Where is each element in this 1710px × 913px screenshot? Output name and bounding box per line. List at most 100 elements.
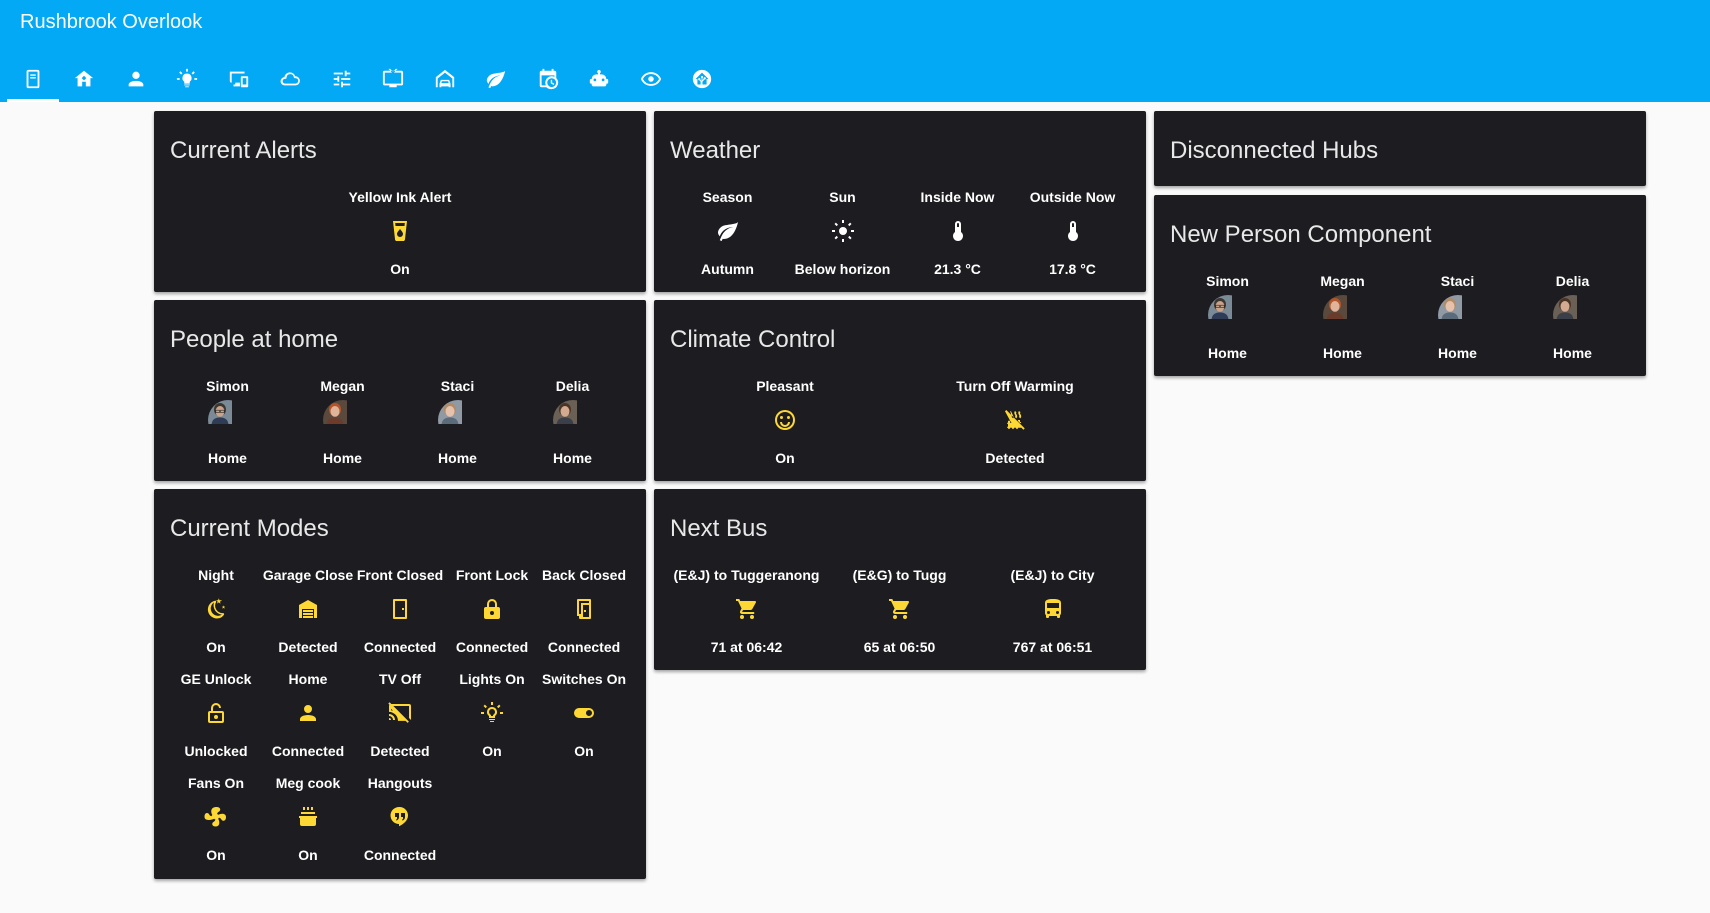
entity-badge[interactable]: Night On	[170, 567, 262, 671]
avatar-wrap	[322, 400, 363, 440]
badge-name: (E&J) to City	[1010, 567, 1095, 583]
badge-icon-wrap	[716, 211, 740, 251]
badge-state: 21.3 °C	[934, 261, 981, 277]
tab-account[interactable]	[110, 55, 162, 102]
entity-badge[interactable]: Pleasant On	[670, 378, 900, 482]
tune-icon	[333, 70, 350, 87]
entity-badge[interactable]: Switches On On	[538, 671, 630, 775]
tab-robot[interactable]	[574, 55, 626, 102]
tab-tune[interactable]	[316, 55, 368, 102]
badge-name: TV Off	[379, 671, 421, 687]
entity-badge[interactable]: Garage Close Detected	[262, 567, 354, 671]
tab-television[interactable]	[368, 55, 420, 102]
badge-row: Season Autumn Sun Below horizon Inside Now 21…	[670, 189, 1130, 293]
entity-badge[interactable]: (E&G) to Tugg 65 at 06:50	[823, 567, 976, 671]
entity-badge[interactable]: Season Autumn	[670, 189, 785, 293]
entity-badge[interactable]: Hangouts Connected	[354, 775, 446, 879]
entity-badge[interactable]: Delia Home	[1515, 273, 1630, 377]
cart-icon	[735, 599, 756, 619]
badge-icon-wrap	[773, 400, 797, 440]
bus-icon	[1044, 599, 1061, 618]
badge-name: Pleasant	[756, 378, 814, 394]
tab-monitor-cellphone[interactable]	[213, 55, 265, 102]
tab-lightbulb[interactable]	[162, 55, 214, 102]
entity-badge[interactable]: GE Unlock Unlocked	[170, 671, 262, 775]
card-disconnected-hubs: Disconnected Hubs	[1154, 111, 1646, 186]
avatar-wrap	[552, 400, 593, 440]
badge-icon-wrap	[388, 693, 412, 733]
avatar-wrap	[437, 400, 478, 440]
badge-name: Turn Off Warming	[956, 378, 1074, 394]
badge-name: Megan	[1320, 273, 1365, 289]
badge-name: Megan	[320, 378, 365, 394]
entity-badge[interactable]: Simon Home	[170, 378, 285, 482]
avatar	[552, 400, 593, 440]
badge-state: Connected	[271, 743, 345, 759]
badge-name: Front Closed	[356, 567, 444, 583]
entity-badge[interactable]: Megan Home	[285, 378, 400, 482]
home-group-icon	[75, 70, 94, 86]
card-title: New Person Component	[1170, 221, 1432, 248]
badge-state: On	[775, 450, 795, 466]
entity-badge[interactable]: Fans On On	[170, 775, 262, 879]
radiator-off-icon	[1005, 410, 1025, 430]
badge-row: Pleasant On Turn Off Warming Detected	[670, 378, 1130, 482]
badge-icon-wrap	[735, 589, 759, 629]
entity-badge[interactable]: Front Lock Connected	[446, 567, 538, 671]
badge-icon-wrap	[946, 211, 970, 251]
tab-home-assistant[interactable]	[677, 55, 729, 102]
badge-icon-wrap	[831, 211, 855, 251]
toggle-switch-icon	[574, 708, 594, 718]
badge-state: On	[298, 847, 318, 863]
entity-badge[interactable]: TV Off Detected	[354, 671, 446, 775]
badge-row: (E&J) to Tuggeranong 71 at 06:42 (E&G) to …	[670, 567, 1130, 671]
entity-badge[interactable]: Staci Home	[1400, 273, 1515, 377]
badge-state: Detected	[985, 450, 1045, 466]
tab-tablet[interactable]	[7, 55, 59, 102]
entity-badge[interactable]: Turn Off Warming Detected	[900, 378, 1130, 482]
tab-car-home[interactable]	[419, 55, 471, 102]
entity-badge[interactable]: Front Closed Connected	[354, 567, 446, 671]
badge-icon-wrap	[296, 797, 320, 837]
thermometer-icon	[952, 221, 963, 241]
entity-badge[interactable]: Yellow Ink Alert On	[170, 189, 630, 293]
tab-cloud[interactable]	[265, 55, 317, 102]
avatar	[1207, 295, 1248, 335]
entity-badge[interactable]: Staci Home	[400, 378, 515, 482]
badge-name: Back Closed	[541, 567, 627, 583]
card-current-modes: Current Modes Night On Garage Close Detecte…	[154, 489, 646, 879]
tab-leaf[interactable]	[471, 55, 523, 102]
badge-name: Hangouts	[367, 775, 433, 791]
badge-name: Home	[288, 671, 328, 687]
badge-state: 71 at 06:42	[710, 639, 783, 655]
badge-name: Delia	[1555, 273, 1590, 289]
badge-state: Connected	[547, 639, 621, 655]
entity-badge[interactable]: Back Closed Connected	[538, 567, 630, 671]
badge-state: Home	[553, 450, 592, 466]
tab-calendar-clock[interactable]	[522, 55, 574, 102]
badge-state: 17.8 °C	[1049, 261, 1096, 277]
lightbulb-on-icon	[481, 702, 503, 722]
card-climate-control: Climate Control Pleasant On Turn Off Warmi…	[654, 300, 1146, 481]
entity-badge[interactable]: Meg cook On	[262, 775, 354, 879]
robot-icon	[590, 69, 609, 86]
entity-badge[interactable]: Home Connected	[262, 671, 354, 775]
tab-home-group[interactable]	[59, 55, 111, 102]
badge-icon-wrap	[296, 693, 320, 733]
tab-eye[interactable]	[625, 55, 677, 102]
card-title: Next Bus	[670, 515, 768, 542]
entity-badge[interactable]: (E&J) to Tuggeranong 71 at 06:42	[670, 567, 823, 671]
avatar-wrap	[1207, 295, 1248, 335]
entity-badge[interactable]: Megan Home	[1285, 273, 1400, 377]
badge-name: Simon	[1206, 273, 1249, 289]
entity-badge[interactable]: Sun Below horizon	[785, 189, 900, 293]
entity-badge[interactable]: Delia Home	[515, 378, 630, 482]
avatar	[1322, 295, 1363, 335]
entity-badge[interactable]: (E&J) to City 767 at 06:51	[976, 567, 1129, 671]
entity-badge[interactable]: Inside Now 21.3 °C	[900, 189, 1015, 293]
entity-badge[interactable]: Simon Home	[1170, 273, 1285, 377]
entity-badge[interactable]: Outside Now 17.8 °C	[1015, 189, 1130, 293]
badge-name: Night	[198, 567, 234, 583]
badge-state: Connected	[363, 847, 437, 863]
entity-badge[interactable]: Lights On On	[446, 671, 538, 775]
